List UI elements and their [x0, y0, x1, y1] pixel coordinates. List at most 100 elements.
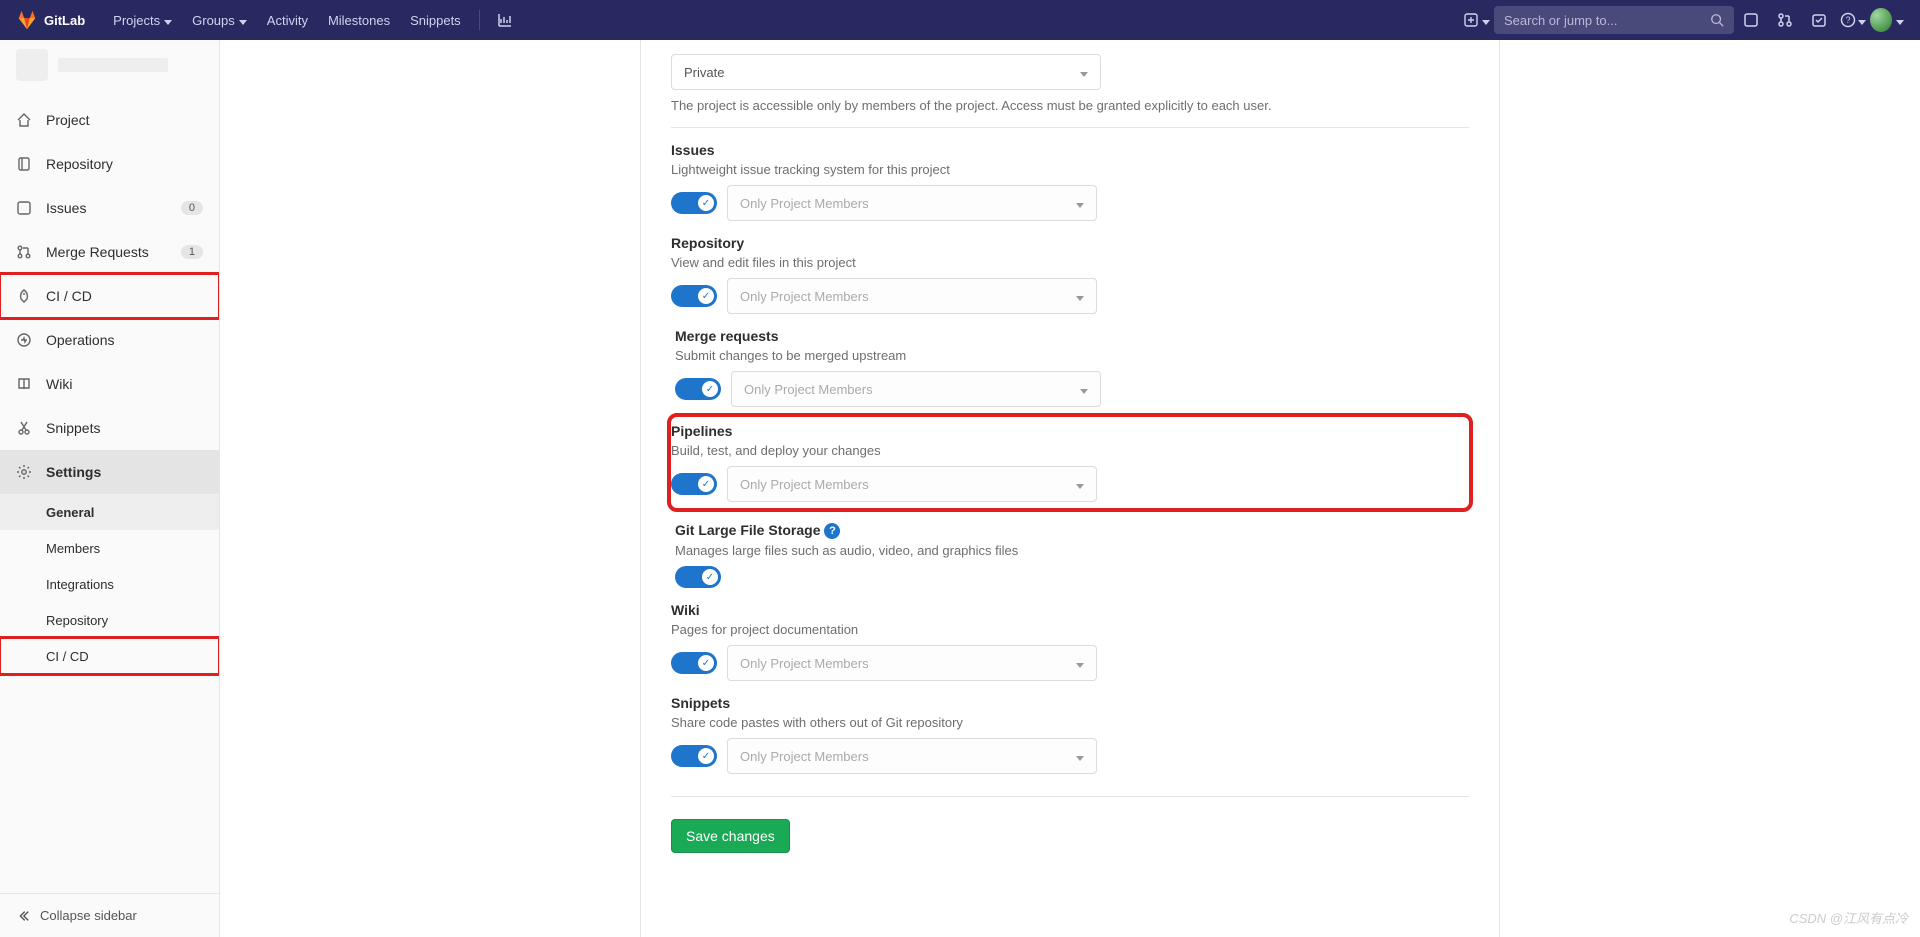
merge-requests-section: Merge requests Submit changes to be merg… [641, 314, 1499, 407]
home-icon [16, 112, 32, 128]
project-name [58, 58, 168, 72]
section-desc: Manages large files such as audio, video… [675, 543, 1469, 558]
wiki-access-select[interactable]: Only Project Members [727, 645, 1097, 681]
sub-item-repository[interactable]: Repository [0, 602, 219, 638]
snippets-access-select[interactable]: Only Project Members [727, 738, 1097, 774]
wiki-toggle[interactable]: ✓ [671, 652, 717, 674]
settings-submenu: General Members Integrations Repository … [0, 494, 219, 674]
search-icon [1710, 13, 1724, 27]
sub-item-ci-cd[interactable]: CI / CD [0, 638, 219, 674]
save-button[interactable]: Save changes [671, 819, 790, 853]
help-icon[interactable]: ? [1836, 0, 1870, 40]
section-desc: View and edit files in this project [671, 255, 1469, 270]
sidebar-item-operations[interactable]: Operations [0, 318, 219, 362]
watermark: CSDN @江风有点冷 [1789, 908, 1908, 927]
section-desc: Lightweight issue tracking system for th… [671, 162, 1469, 177]
chevron-down-icon [1080, 382, 1088, 397]
plus-menu[interactable] [1460, 0, 1494, 40]
svg-text:?: ? [1845, 15, 1850, 25]
chevron-down-icon [1076, 656, 1084, 671]
repository-toggle[interactable]: ✓ [671, 285, 717, 307]
nav-separator [479, 10, 480, 30]
issues-access-select[interactable]: Only Project Members [727, 185, 1097, 221]
sub-item-general[interactable]: General [0, 494, 219, 530]
collapse-sidebar[interactable]: Collapse sidebar [0, 893, 219, 937]
visibility-select[interactable]: Private [671, 54, 1101, 90]
sidebar-item-label: Project [46, 112, 90, 128]
search-input[interactable] [1504, 13, 1702, 28]
sidebar-item-project[interactable]: Project [0, 98, 219, 142]
chevron-down-icon [164, 13, 172, 28]
nav-milestones[interactable]: Milestones [318, 0, 400, 40]
sidebar-item-ci-cd[interactable]: CI / CD [0, 274, 219, 318]
collapse-icon [16, 909, 30, 923]
section-title: Merge requests [675, 328, 1469, 344]
sidebar-item-snippets[interactable]: Snippets [0, 406, 219, 450]
sidebar-nav: Project Repository Issues0 Merge Request… [0, 90, 219, 893]
brand[interactable]: GitLab [16, 9, 85, 31]
content-area: Private The project is accessible only b… [220, 40, 1920, 937]
chevron-down-icon [1076, 477, 1084, 492]
issues-icon [16, 200, 32, 216]
chevron-down-icon [1080, 65, 1088, 80]
chevron-down-icon [1482, 13, 1490, 28]
nav-groups[interactable]: Groups [182, 0, 257, 40]
snippets-section: Snippets Share code pastes with others o… [641, 681, 1499, 797]
sidebar-item-merge-requests[interactable]: Merge Requests1 [0, 230, 219, 274]
project-header[interactable] [0, 40, 219, 90]
nav-snippets[interactable]: Snippets [400, 0, 471, 40]
operations-icon [16, 332, 32, 348]
pipelines-section: Pipelines Build, test, and deploy your c… [671, 417, 1469, 508]
todos-icon[interactable] [1802, 0, 1836, 40]
wiki-section: Wiki Pages for project documentation ✓ O… [641, 588, 1499, 681]
gitlab-logo-icon [16, 9, 38, 31]
nav-activity[interactable]: Activity [257, 0, 318, 40]
issues-section: Issues Lightweight issue tracking system… [641, 128, 1499, 221]
snippets-toggle[interactable]: ✓ [671, 745, 717, 767]
section-title: Pipelines [671, 423, 1459, 439]
merge-toggle[interactable]: ✓ [675, 378, 721, 400]
visibility-section: Private The project is accessible only b… [641, 40, 1499, 128]
sidebar: Project Repository Issues0 Merge Request… [0, 40, 220, 937]
help-icon[interactable]: ? [824, 523, 840, 539]
sub-item-integrations[interactable]: Integrations [0, 566, 219, 602]
collapse-label: Collapse sidebar [40, 908, 137, 923]
visibility-hint: The project is accessible only by member… [671, 98, 1469, 113]
section-desc: Build, test, and deploy your changes [671, 443, 1459, 458]
merge-access-select[interactable]: Only Project Members [731, 371, 1101, 407]
gear-icon [16, 464, 32, 480]
issues-toggle[interactable]: ✓ [671, 192, 717, 214]
chevron-down-icon [1896, 13, 1904, 28]
chevron-down-icon [1076, 196, 1084, 211]
sub-item-members[interactable]: Members [0, 530, 219, 566]
sidebar-item-wiki[interactable]: Wiki [0, 362, 219, 406]
chevron-down-icon [1858, 13, 1866, 28]
pipelines-toggle[interactable]: ✓ [671, 473, 717, 495]
issues-icon[interactable] [1734, 0, 1768, 40]
sidebar-item-repository[interactable]: Repository [0, 142, 219, 186]
repository-access-select[interactable]: Only Project Members [727, 278, 1097, 314]
lfs-toggle[interactable]: ✓ [675, 566, 721, 588]
section-title: Snippets [671, 695, 1469, 711]
settings-panel: Private The project is accessible only b… [640, 40, 1500, 937]
user-menu[interactable] [1870, 0, 1904, 40]
sidebar-item-label: Issues [46, 200, 86, 216]
sidebar-item-settings[interactable]: Settings [0, 450, 219, 494]
search-box[interactable] [1494, 6, 1734, 34]
sidebar-item-issues[interactable]: Issues0 [0, 186, 219, 230]
sidebar-item-label: Snippets [46, 420, 100, 436]
sidebar-item-label: Wiki [46, 376, 72, 392]
section-title: Wiki [671, 602, 1469, 618]
nav-projects[interactable]: Projects [103, 0, 182, 40]
wiki-icon [16, 376, 32, 392]
chevron-down-icon [1076, 749, 1084, 764]
section-title: Git Large File Storage? [675, 522, 1469, 539]
project-avatar [16, 49, 48, 81]
lfs-section: Git Large File Storage? Manages large fi… [641, 508, 1499, 588]
badge: 1 [181, 245, 203, 259]
sidebar-item-label: Operations [46, 332, 114, 348]
pipelines-access-select[interactable]: Only Project Members [727, 466, 1097, 502]
analytics-icon[interactable] [488, 0, 522, 40]
snippets-icon [16, 420, 32, 436]
merge-requests-icon[interactable] [1768, 0, 1802, 40]
